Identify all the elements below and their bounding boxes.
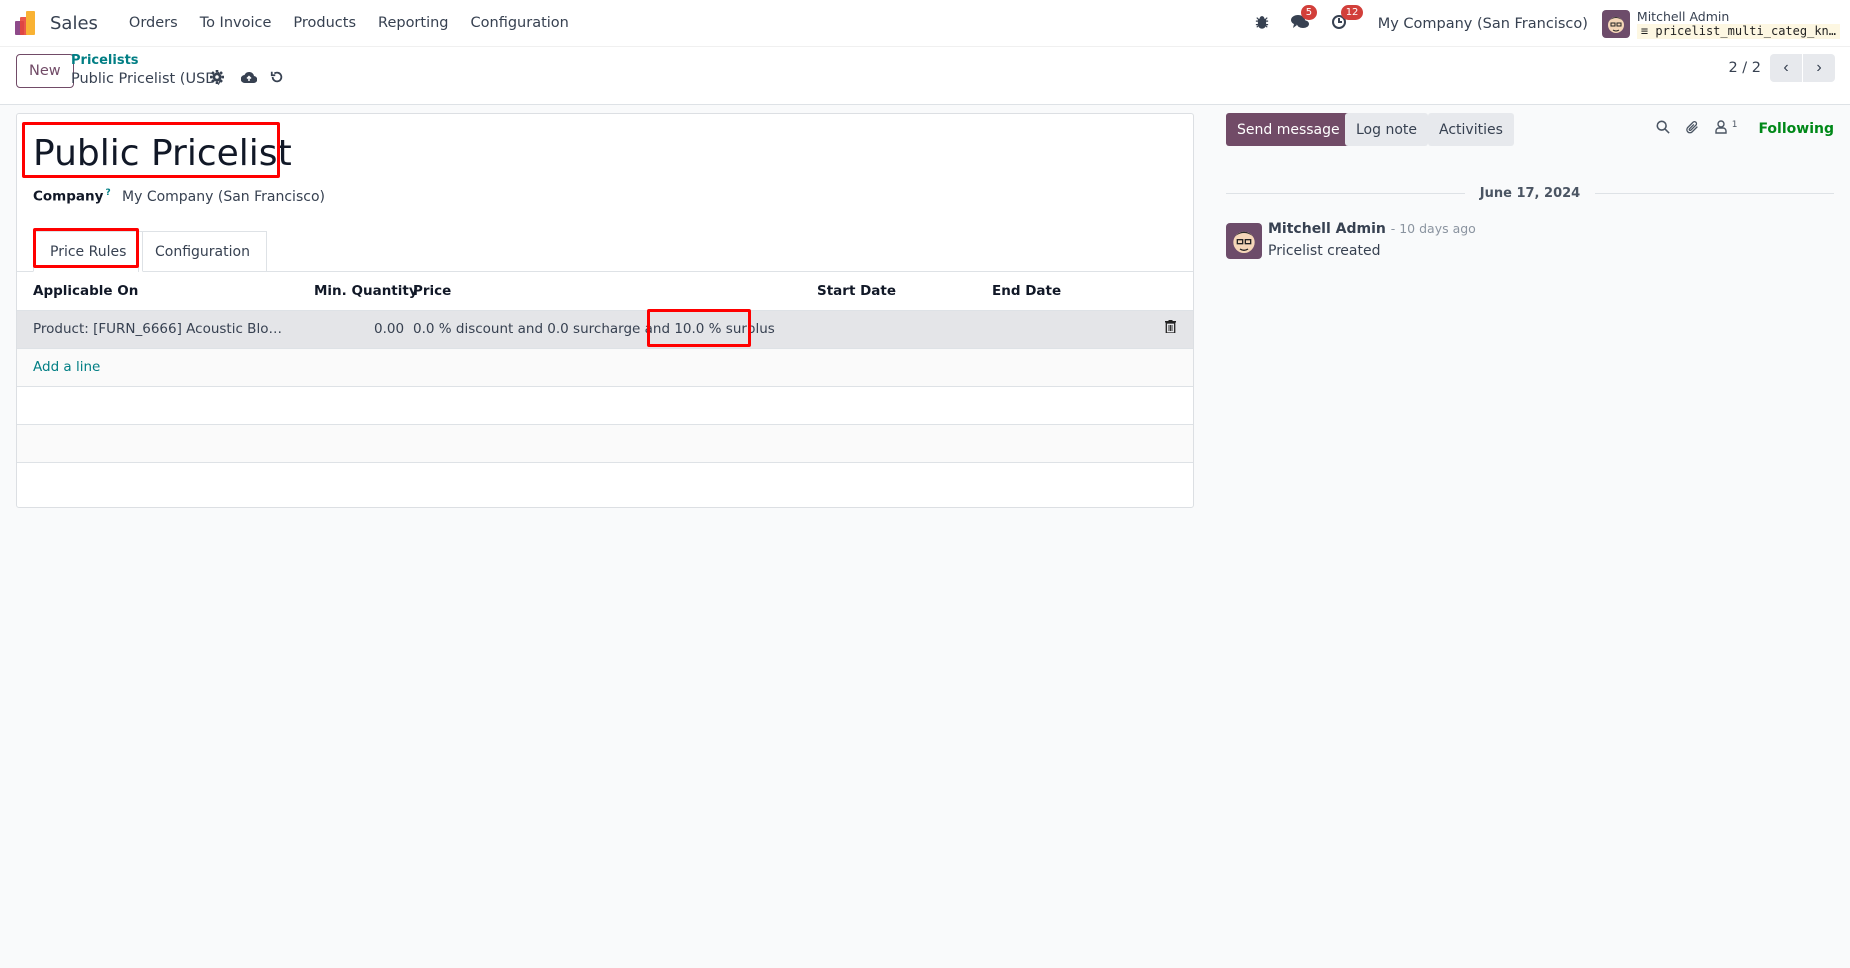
empty-row (17, 386, 1193, 424)
pager-next-button[interactable]: › (1803, 54, 1835, 82)
activities-button[interactable]: Activities (1428, 113, 1514, 146)
column-start-date[interactable]: Start Date (817, 283, 896, 299)
breadcrumb-pricelists[interactable]: Pricelists (71, 53, 139, 68)
menu-orders[interactable]: Orders (129, 15, 178, 31)
database-name: ≡ pricelist_multi_categ_kn… (1636, 23, 1840, 39)
cell-min-quantity: 0.00 (374, 321, 405, 337)
price-rules-list-header: Applicable On Min. Quantity Price Start … (17, 272, 1193, 310)
menu-products[interactable]: Products (293, 15, 356, 31)
activities-clock-icon[interactable]: 12 (1331, 4, 1364, 34)
delete-row-trash-icon[interactable] (1165, 320, 1176, 337)
add-a-line-link[interactable]: Add a line (33, 359, 100, 375)
company-help-tooltip[interactable]: ? (105, 188, 110, 198)
app-name[interactable]: Sales (50, 13, 98, 34)
company-label-text: Company (33, 188, 104, 205)
highlight-box-title (22, 122, 280, 178)
save-cloud-upload-icon[interactable] (240, 70, 258, 88)
separator-line (1226, 192, 1465, 194)
message-author-avatar[interactable] (1226, 223, 1262, 259)
company-label: Company? (33, 188, 111, 205)
menu-to-invoice[interactable]: To Invoice (200, 15, 272, 31)
new-button[interactable]: New (16, 54, 74, 88)
chevron-left-icon: ‹ (1783, 59, 1789, 76)
user-name[interactable]: Mitchell Admin (1637, 9, 1840, 24)
add-line-row: Add a line (17, 348, 1193, 386)
column-price[interactable]: Price (413, 283, 451, 299)
highlight-box-surplus (647, 309, 751, 347)
gear-icon[interactable] (210, 70, 224, 88)
tab-configuration[interactable]: Configuration (138, 231, 267, 272)
top-navbar: Sales Orders To Invoice Products Reporti… (0, 0, 1850, 47)
user-avatar[interactable] (1601, 9, 1630, 38)
messages-icon[interactable]: 5 (1290, 4, 1318, 34)
message-timestamp: - 10 days ago (1390, 221, 1476, 236)
separator-line (1595, 192, 1834, 194)
message-author: Mitchell Admin - 10 days ago (1268, 221, 1476, 237)
send-message-button[interactable]: Send message (1226, 113, 1351, 146)
debug-bug-icon[interactable] (1255, 15, 1269, 33)
date-separator: June 17, 2024 (1226, 183, 1834, 203)
app-logo-icon[interactable] (15, 11, 37, 35)
log-note-button[interactable]: Log note (1345, 113, 1428, 146)
breadcrumb-current-record: Public Pricelist (USD) (71, 71, 223, 87)
table-row[interactable]: Product: [FURN_6666] Acoustic Blo… 0.00 … (17, 310, 1193, 348)
discard-undo-icon[interactable] (270, 70, 284, 88)
column-min-quantity[interactable]: Min. Quantity (314, 283, 418, 299)
followers-user-icon[interactable]: 1 (1715, 120, 1738, 138)
database-icon: ≡ (1640, 23, 1649, 38)
menu-configuration[interactable]: Configuration (471, 15, 569, 31)
notebook-tabs: Price Rules Configuration (17, 231, 1193, 272)
database-label: pricelist_multi_categ_kn… (1655, 23, 1836, 38)
pager-previous-button[interactable]: ‹ (1770, 54, 1802, 82)
column-applicable-on[interactable]: Applicable On (33, 283, 138, 299)
company-field[interactable]: My Company (San Francisco) (122, 189, 325, 205)
control-panel: New Pricelists Public Pricelist (USD) 2 … (0, 47, 1850, 105)
date-separator-label: June 17, 2024 (1479, 185, 1581, 201)
attachment-paperclip-icon[interactable] (1686, 120, 1700, 139)
cell-applicable-on: Product: [FURN_6666] Acoustic Blo… (33, 321, 282, 337)
pager: 2 / 2 ‹ › (1728, 54, 1835, 82)
empty-row (17, 424, 1193, 462)
search-icon[interactable] (1656, 120, 1670, 138)
activities-badge: 12 (1340, 4, 1364, 20)
message-body: Pricelist created (1268, 243, 1381, 259)
menu-reporting[interactable]: Reporting (378, 15, 449, 31)
company-switcher[interactable]: My Company (San Francisco) (1378, 16, 1588, 32)
column-end-date[interactable]: End Date (992, 283, 1061, 299)
message-author-name[interactable]: Mitchell Admin (1268, 221, 1386, 237)
followers-count: 1 (1731, 120, 1738, 130)
form-sheet: Public Pricelist Company? My Company (Sa… (16, 113, 1194, 508)
pager-value[interactable]: 2 / 2 (1728, 60, 1761, 76)
empty-row (17, 462, 1193, 508)
chevron-right-icon: › (1816, 59, 1822, 76)
following-button[interactable]: Following (1758, 121, 1834, 137)
highlight-box-price-rules-tab (33, 228, 139, 268)
messages-badge: 5 (1300, 4, 1318, 20)
